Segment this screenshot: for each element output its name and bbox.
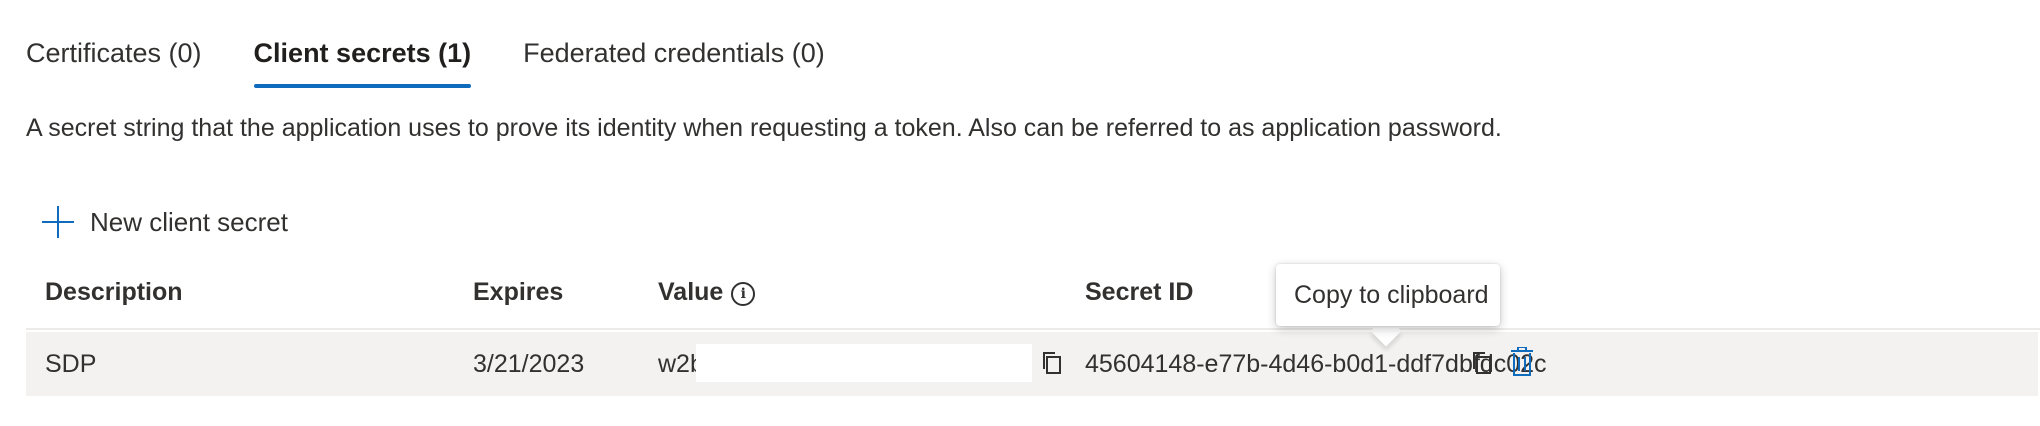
cell-description: SDP <box>45 350 97 378</box>
tab-federated-credentials[interactable]: Federated credentials (0) <box>523 30 825 80</box>
delete-icon[interactable] <box>1510 346 1534 382</box>
value-redaction-mask <box>696 344 1032 382</box>
tab-client-secrets[interactable]: Client secrets (1) <box>253 30 471 88</box>
copy-secret-id-icon[interactable] <box>1470 349 1494 382</box>
table-row: SDP 3/21/2023 w2b 45604148-e77b-4d46-b0d… <box>26 332 2038 396</box>
info-icon[interactable]: i <box>731 282 756 306</box>
plus-icon <box>42 206 74 238</box>
column-header-expires[interactable]: Expires <box>473 278 563 307</box>
column-header-value-label: Value <box>658 278 724 306</box>
tab-strip: Certificates (0) Client secrets (1) Fede… <box>26 30 877 88</box>
cell-expires: 3/21/2023 <box>473 350 585 378</box>
table-header: Description Expires Value i Secret ID <box>26 278 2040 330</box>
column-header-description[interactable]: Description <box>45 278 183 307</box>
column-header-value[interactable]: Value i <box>658 278 756 307</box>
copy-value-icon[interactable] <box>1040 349 1064 382</box>
copy-tooltip: Copy to clipboard <box>1276 264 1500 326</box>
secret-description: A secret string that the application use… <box>26 114 1502 142</box>
tab-certificates[interactable]: Certificates (0) <box>26 30 202 80</box>
new-client-secret-button[interactable]: New client secret <box>42 206 288 238</box>
new-client-secret-label: New client secret <box>90 206 288 237</box>
column-header-secret-id[interactable]: Secret ID <box>1085 278 1193 307</box>
